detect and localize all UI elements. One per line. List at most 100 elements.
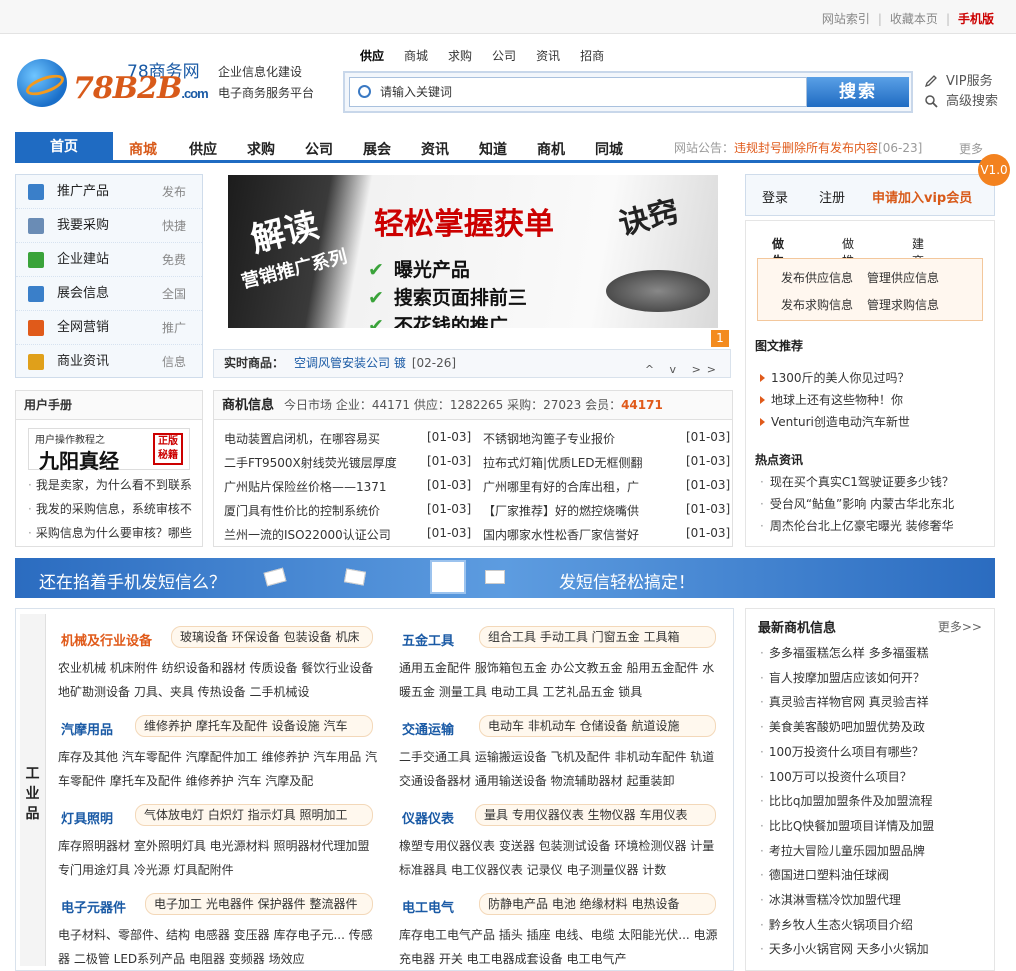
category-electrical[interactable]: 电工电气 [402, 897, 454, 916]
list-item[interactable]: 考拉大冒险儿童乐园加盟品牌 [760, 839, 934, 864]
list-item[interactable]: 100万可以投资什么项目？ [760, 765, 934, 790]
list-item[interactable]: 100万投资什么项目有哪些？ [760, 740, 934, 765]
search-input[interactable]: 请输入关键词 [349, 77, 807, 107]
sms-banner[interactable]: 还在掐着手机发短信么？ 发短信轻松搞定！ [15, 558, 995, 598]
list-item[interactable]: 周杰伦台北上亿豪宅曝光 装修奢华 [760, 515, 954, 537]
table-row[interactable]: 兰州一流的ISO22000认证公司 [224, 526, 391, 543]
category-tags[interactable]: 电动车 非机动车 仓储设备 航道设施 [479, 715, 716, 737]
manage-purchase-link[interactable]: 管理求购信息 [867, 296, 939, 313]
promo-banner[interactable]: 解读 营销推广系列 轻松掌握获单 诀窍 曝光产品 搜索页面排前三 不花钱的推广 [228, 175, 718, 328]
manage-supply-link[interactable]: 管理供应信息 [867, 269, 939, 286]
table-row[interactable]: 厦门具有性价比的控制系统价 [224, 502, 380, 519]
table-row[interactable]: 不锈钢地沟篦子专业报价 [483, 430, 615, 447]
category-tags[interactable]: 玻璃设备 环保设备 包装设备 机床 [171, 626, 373, 648]
menu-item-promote[interactable]: 推广产品 发布 [16, 175, 202, 209]
table-row[interactable]: 二手FT9500X射线荧光镀层厚度 [224, 454, 397, 471]
table-row[interactable]: 拉布式灯箱|优质LED无框侧翻 [483, 454, 643, 471]
vip-service-link[interactable]: VIP服务 [924, 72, 998, 92]
banner-page-indicator[interactable]: 1 [711, 330, 729, 347]
search-tab-invest[interactable]: 招商 [580, 49, 604, 63]
table-row[interactable]: 广州哪里有好的合库出租，广 [483, 478, 639, 495]
category-transport[interactable]: 交通运输 [402, 719, 454, 738]
menu-item-expo[interactable]: 展会信息 全国 [16, 277, 202, 311]
table-row[interactable]: 【厂家推荐】好的燃控烧嘴供 [483, 502, 639, 519]
search-tab-purchase[interactable]: 求购 [448, 49, 472, 63]
nav-item-local[interactable]: 同城 [595, 139, 623, 159]
advanced-search-link[interactable]: 高级搜索 [924, 92, 998, 112]
list-item[interactable]: 比比Q快餐加盟项目详情及加盟 [760, 814, 934, 839]
menu-item-news[interactable]: 商业资讯 信息 [16, 345, 202, 379]
notice-link[interactable]: 违规封号删除所有发布内容 [734, 141, 878, 155]
nav-item-supply[interactable]: 供应 [189, 139, 217, 159]
category-lighting[interactable]: 灯具照明 [61, 808, 113, 827]
subcategory-list[interactable]: 库存照明器材 室外照明灯具 电光源材料 照明器材代理加盟 专门用途灯具 冷光源 … [58, 834, 380, 882]
nav-item-zhidao[interactable]: 知道 [479, 139, 507, 159]
list-item[interactable]: 盲人按摩加盟店应该如何开？ [760, 666, 934, 691]
list-item[interactable]: 比比q加盟加盟条件及加盟流程 [760, 789, 934, 814]
list-item[interactable]: 我是卖家，为什么看不到联系 [28, 473, 200, 497]
nav-item-news[interactable]: 资讯 [421, 139, 449, 159]
live-product-link[interactable]: 空调风管安装公司 镀 [294, 356, 406, 370]
subcategory-list[interactable]: 二手交通工具 运输搬运设备 飞机及配件 非机动车配件 轨道交通设备器材 通用输送… [399, 745, 719, 793]
search-tab-mall[interactable]: 商城 [404, 49, 428, 63]
nav-item-purchase[interactable]: 求购 [247, 139, 275, 159]
search-tab-supply[interactable]: 供应 [360, 49, 384, 63]
menu-item-purchase[interactable]: 我要采购 快捷 [16, 209, 202, 243]
site-logo[interactable]: 78商务网 78B2B.com [15, 55, 209, 115]
menu-item-marketing[interactable]: 全网营销 推广 [16, 311, 202, 345]
list-item[interactable]: 真灵验吉祥物官网 真灵验吉祥 [760, 690, 934, 715]
nav-item-mall[interactable]: 商城 [129, 139, 157, 159]
list-item[interactable]: 受台风“鲇鱼”影响 内蒙古华北东北 [760, 493, 954, 515]
publish-supply-link[interactable]: 发布供应信息 [781, 269, 853, 286]
list-item[interactable]: 天多小火锅官网 天多小火锅加 [760, 937, 934, 962]
nav-home[interactable]: 首页 [15, 132, 113, 163]
list-item[interactable]: 我发的采购信息，系统审核不 [28, 497, 200, 521]
subcategory-list[interactable]: 库存及其他 汽车零配件 汽摩配件加工 维修养护 汽车用品 汽车零配件 摩托车及配… [58, 745, 380, 793]
category-tags[interactable]: 组合工具 手动工具 门窗五金 工具箱 [479, 626, 716, 648]
ticker-controls[interactable]: ^ v >> [645, 356, 722, 383]
category-tags[interactable]: 气体放电灯 白炽灯 指示灯具 照明加工 [135, 804, 373, 826]
table-row[interactable]: 电动装置启闭机，在哪容易买 [224, 430, 380, 447]
nav-item-company[interactable]: 公司 [305, 139, 333, 159]
table-row[interactable]: 广州贴片保险丝价格——1371 [224, 478, 387, 495]
category-electronics[interactable]: 电子元器件 [61, 897, 126, 916]
list-item[interactable]: 美食美客酸奶吧加盟优势及政 [760, 715, 934, 740]
subcategory-list[interactable]: 通用五金配件 服饰箱包五金 办公文教五金 船用五金配件 水暖五金 测量工具 电动… [399, 656, 719, 704]
category-hardware[interactable]: 五金工具 [402, 630, 454, 649]
search-button[interactable]: 搜索 [807, 77, 909, 107]
join-vip-link[interactable]: 申请加入vip会员 [872, 187, 972, 206]
site-index-link[interactable]: 网站索引 [822, 12, 870, 26]
category-tags[interactable]: 维修养护 摩托车及配件 设备设施 汽车 [135, 715, 373, 737]
list-item[interactable]: 黔乡牧人生态火锅项目介绍 [760, 913, 934, 938]
list-item[interactable]: 地球上还有这些物种！你 [760, 389, 910, 411]
subcategory-list[interactable]: 电子材料、零部件、结构 电感器 变压器 库存电子元... 传感器 二极管 LED… [58, 923, 380, 971]
category-tags[interactable]: 电子加工 光电器件 保护器件 整流器件 [145, 893, 373, 915]
mobile-link[interactable]: 手机版 [958, 12, 994, 26]
subcategory-list[interactable]: 农业机械 机床附件 纺织设备和器材 传质设备 餐饮行业设备 地矿勘测设备 刀具、… [58, 656, 380, 704]
category-instruments[interactable]: 仪器仪表 [402, 808, 454, 827]
search-tab-news[interactable]: 资讯 [536, 49, 560, 63]
list-item[interactable]: 采购信息为什么要审核？哪些 [28, 521, 200, 545]
category-machinery[interactable]: 机械及行业设备 [61, 630, 152, 649]
login-link[interactable]: 登录 [762, 187, 788, 206]
list-item[interactable]: 1300斤的美人你见过吗？ [760, 367, 910, 389]
list-item[interactable]: Venturi创造电动汽车新世 [760, 411, 910, 433]
register-link[interactable]: 注册 [819, 187, 845, 206]
nav-item-business[interactable]: 商机 [537, 139, 565, 159]
bookmark-link[interactable]: 收藏本页 [890, 12, 938, 26]
nav-item-expo[interactable]: 展会 [363, 139, 391, 159]
list-item[interactable]: 德国进口塑料油任球阀 [760, 863, 934, 888]
subcategory-list[interactable]: 库存电工电气产品 插头 插座 电线、电缆 太阳能光伏... 电源 充电器 开关 … [399, 923, 719, 971]
category-auto[interactable]: 汽摩用品 [61, 719, 113, 738]
search-tab-company[interactable]: 公司 [492, 49, 516, 63]
publish-purchase-link[interactable]: 发布求购信息 [781, 296, 853, 313]
category-tags[interactable]: 量具 专用仪器仪表 生物仪器 车用仪表 [475, 804, 716, 826]
list-item[interactable]: 多多福蛋糕怎么样 多多福蛋糕 [760, 641, 934, 666]
menu-item-website[interactable]: 企业建站 免费 [16, 243, 202, 277]
list-item[interactable]: 现在买个真实C1驾驶证要多少钱？ [760, 471, 954, 493]
latest-business-more-link[interactable]: 更多>> [938, 618, 982, 635]
subcategory-list[interactable]: 橡塑专用仪器仪表 变送器 包装测试设备 环境检测仪器 计量标准器具 电工仪器仪表… [399, 834, 719, 882]
table-row[interactable]: 国内哪家水性松香厂家信誉好 [483, 526, 639, 543]
list-item[interactable]: 冰淇淋雪糕冷饮加盟代理 [760, 888, 934, 913]
category-tags[interactable]: 防静电产品 电池 绝缘材料 电热设备 [479, 893, 716, 915]
